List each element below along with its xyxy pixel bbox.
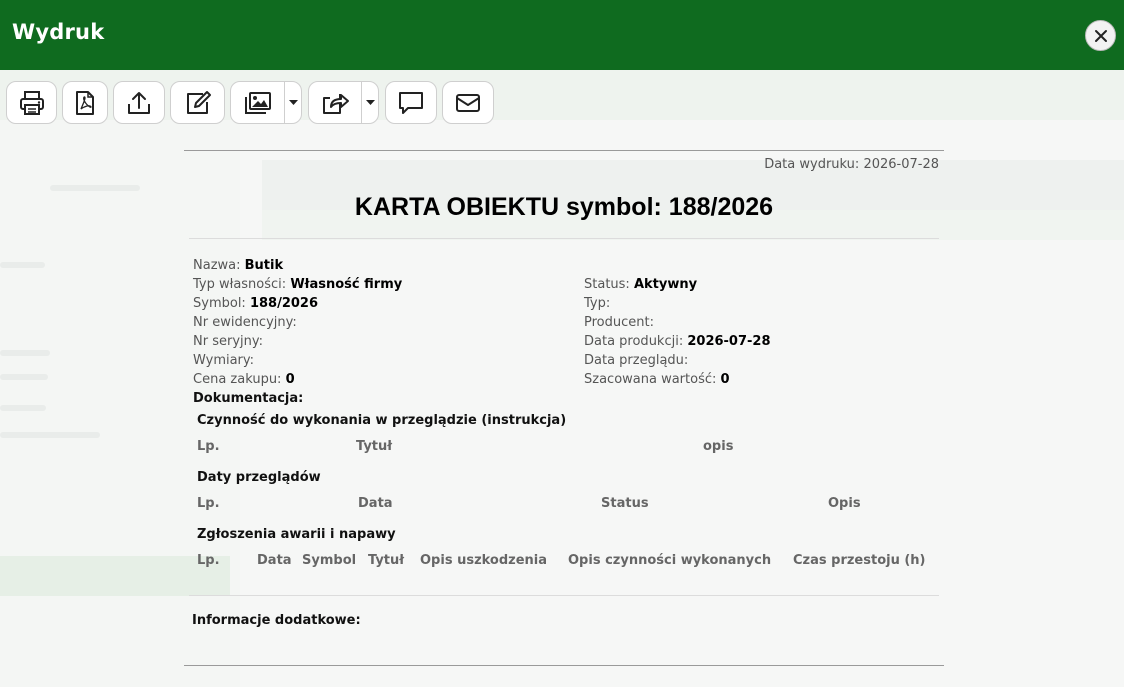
field-typ: Typ: (584, 296, 611, 311)
export-button[interactable] (113, 81, 165, 124)
field-producent: Producent: (584, 315, 654, 330)
column-header: Opis czynności wykonanych (568, 553, 772, 568)
pdf-icon (76, 90, 94, 115)
comment-button[interactable] (385, 81, 437, 124)
edit-button[interactable] (170, 81, 225, 124)
share-dropdown-toggle[interactable] (362, 82, 378, 123)
field-nazwa: Nazwa: Butik (193, 258, 284, 273)
section-title-instructions: Czynność do wykonania w przeglądzie (ins… (197, 413, 567, 428)
field-wymiary: Wymiary: (193, 353, 255, 368)
share-icon (323, 93, 350, 114)
background-line (50, 185, 140, 191)
column-header: Tytuł (368, 553, 405, 568)
column-header: Opis (828, 496, 861, 511)
top-rule (184, 150, 944, 151)
column-header: Data (358, 496, 393, 511)
caret-down-icon (288, 99, 298, 105)
field-nr-ewidencyjny: Nr ewidencyjny: (193, 315, 297, 330)
print-date-value: 2026-07-28 (863, 157, 939, 172)
background-line (0, 350, 50, 356)
column-header: Lp. (197, 553, 220, 568)
column-header: Lp. (197, 496, 220, 511)
mail-icon (456, 93, 480, 112)
images-split-button[interactable] (230, 81, 302, 124)
bottom-rule (184, 665, 944, 666)
mail-button[interactable] (442, 81, 494, 124)
field-status: Status: Aktywny (584, 277, 698, 292)
field-nr-seryjny: Nr seryjny: (193, 334, 263, 349)
images-button[interactable] (231, 82, 286, 123)
share-button[interactable] (309, 82, 363, 123)
field-data-produkcji: Data produkcji: 2026-07-28 (584, 334, 771, 349)
additional-info-label: Informacje dodatkowe: (192, 613, 361, 628)
column-header: Data (257, 553, 292, 568)
close-icon (1094, 29, 1107, 42)
section-rule (189, 595, 939, 596)
background-line (0, 262, 45, 268)
column-header: Symbol (302, 553, 357, 568)
field-symbol: Symbol: 188/2026 (193, 296, 319, 311)
background-line (0, 405, 46, 411)
modal-title: Wydruk (12, 20, 105, 44)
section-title-failures: Zgłoszenia awarii i napawy (197, 527, 396, 542)
background-line (0, 432, 100, 438)
upload-icon (128, 91, 150, 114)
images-icon (244, 91, 271, 114)
column-header: Opis uszkodzenia (420, 553, 548, 568)
edit-icon (186, 90, 211, 114)
field-data-przegladu: Data przeglądu: (584, 353, 689, 368)
printer-icon (19, 90, 44, 115)
modal-header: Wydruk (0, 0, 1124, 70)
print-date-label: Data wydruku: (764, 157, 860, 172)
column-header: Czas przestoju (h) (793, 553, 926, 568)
close-button[interactable] (1085, 20, 1116, 51)
documentation-label: Dokumentacja: (193, 391, 304, 406)
column-header: Status (601, 496, 649, 511)
column-header: Lp. (197, 439, 220, 454)
background-line (0, 374, 48, 380)
title-rule (189, 238, 939, 239)
print-document: Data wydruku: 2026-07-28 KARTA OBIEKTU s… (184, 150, 944, 666)
images-dropdown-toggle[interactable] (285, 82, 301, 123)
column-header: Tytuł (356, 439, 393, 454)
caret-down-icon (365, 99, 375, 105)
comment-icon (399, 91, 423, 114)
section-title-inspections: Daty przeglądów (197, 470, 321, 485)
print-button[interactable] (6, 81, 57, 124)
document-title: KARTA OBIEKTU symbol: 188/2026 (354, 193, 774, 221)
pdf-button[interactable] (62, 81, 108, 124)
print-date: Data wydruku: 2026-07-28 (764, 157, 939, 172)
field-szacowana-wartosc: Szacowana wartość: 0 (584, 372, 730, 387)
column-header: opis (703, 439, 734, 454)
share-split-button[interactable] (308, 81, 379, 124)
background-band (0, 70, 1124, 120)
field-cena-zakupu: Cena zakupu: 0 (193, 372, 295, 387)
field-typ-wlasnosci: Typ własności: Własność firmy (193, 277, 403, 292)
